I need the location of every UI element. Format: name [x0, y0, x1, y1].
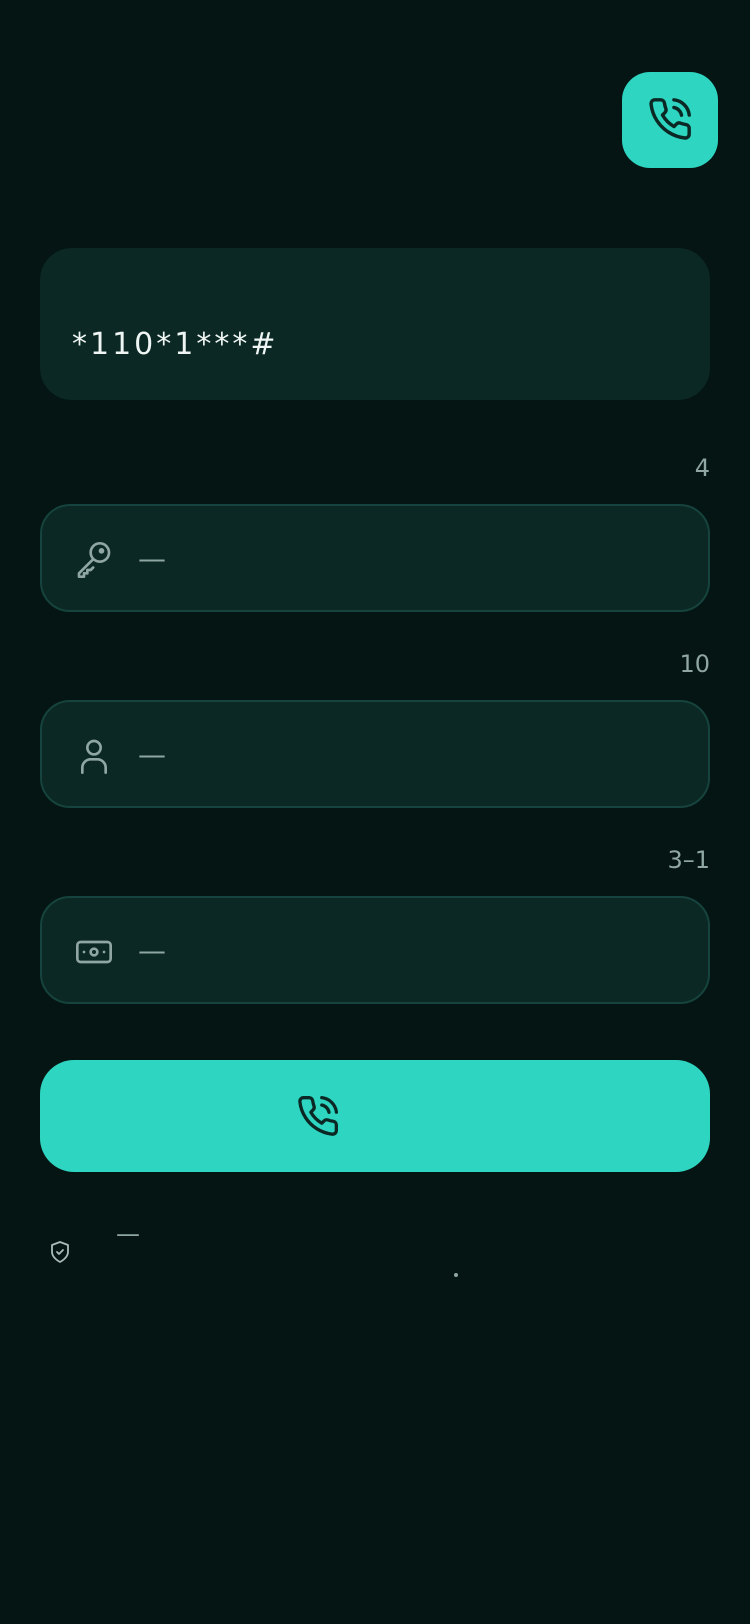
dial-button[interactable] [40, 1060, 710, 1172]
amount-range-hint: 3–1 [667, 846, 710, 874]
phone-call-icon [296, 1094, 340, 1138]
shield-check-icon [48, 1240, 72, 1264]
number-length-hint: 10 [679, 650, 710, 678]
amount-field[interactable] [40, 896, 710, 1004]
dialer-screen: *110*1***# 4 10 3–1 [0, 0, 750, 1624]
banknote-icon [74, 932, 114, 972]
pin-input[interactable] [138, 536, 678, 580]
amount-input[interactable] [138, 928, 678, 972]
user-icon [74, 736, 114, 776]
ussd-code-text: *110*1***# [72, 327, 279, 362]
number-field[interactable] [40, 700, 710, 808]
number-input[interactable] [138, 732, 678, 776]
pin-field[interactable] [40, 504, 710, 612]
phone-call-icon [647, 96, 693, 145]
security-note: — [116, 1220, 140, 1248]
decorative-dot [454, 1273, 458, 1277]
pin-length-hint: 4 [694, 454, 710, 482]
ussd-code-display: *110*1***# [40, 248, 710, 400]
key-icon [74, 540, 114, 580]
top-call-button[interactable] [622, 72, 718, 168]
